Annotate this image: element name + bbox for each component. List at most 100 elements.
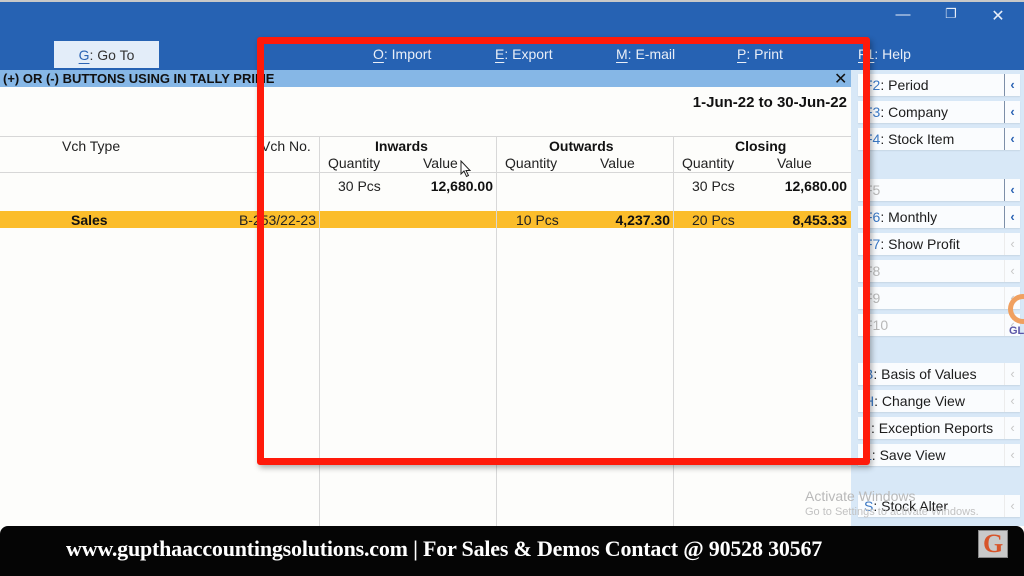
export-button[interactable]: E: Export [495,46,553,62]
activate-windows-subtitle: Go to Settings to activate Windows. [805,506,979,518]
f5-key: F5 [864,182,881,198]
chevron-left-icon[interactable]: ‹ [1004,495,1020,517]
monthly-label: : Monthly [880,209,938,225]
print-button[interactable]: P: Print [737,46,783,62]
stock-item-label: : Stock Item [880,131,955,147]
exception-label: : Exception Reports [871,420,994,436]
header-bottom-border [0,172,851,173]
report-title: (+) OR (-) BUTTONS USING IN TALLY PRIME [3,71,275,86]
email-button[interactable]: M: E-mail [616,46,675,62]
period-button[interactable]: F2: Period ‹ [858,74,1020,96]
help-label: : Help [874,46,911,62]
close-report-icon[interactable]: ✕ [834,69,847,89]
header-outwards-value: Value [600,155,635,171]
opening-inwards-value: 12,680.00 [430,178,493,194]
email-label: : E-mail [627,46,676,62]
row-closing-qty: 20 Pcs [692,212,735,228]
mouse-cursor-icon [460,160,472,178]
show-profit-key: F7 [864,236,881,252]
header-closing: Closing [735,138,787,154]
stock-voucher-table: Vch Type Vch No. Inwards Quantity Value … [0,136,851,526]
chevron-left-icon[interactable]: ‹ [1004,233,1020,255]
header-outwards-quantity: Quantity [505,155,558,171]
chevron-left-icon[interactable]: ‹ [1004,128,1020,150]
goto-label: : Go To [89,46,135,63]
show-profit-label: : Show Profit [880,236,960,252]
save-view-key: L [864,447,872,463]
f10-button[interactable]: F10 ‹ [858,314,1020,336]
header-closing-quantity: Quantity [682,155,735,171]
company-logo-icon: G [978,529,1008,558]
import-button[interactable]: O: Import [373,46,431,62]
opening-inwards-qty: 30 Pcs [338,178,381,194]
period-key: F2 [864,77,881,93]
close-window-button[interactable]: ✕ [988,6,1008,26]
chevron-left-icon[interactable]: ‹ [1004,206,1020,228]
stock-item-key: F4 [864,131,881,147]
divider-outwards [496,136,497,526]
header-inwards-value: Value [423,155,458,171]
watermark-logo-text: GL [1009,325,1024,337]
minimize-button[interactable]: — [893,6,913,23]
chevron-left-icon[interactable]: ‹ [1004,417,1020,439]
print-key: P [737,46,747,62]
email-key: M [616,46,628,62]
save-view-label: : Save View [871,447,946,463]
footer-contact-text: www.gupthaaccountingsolutions.com | For … [66,536,823,561]
header-inwards: Inwards [375,138,428,154]
chevron-left-icon[interactable]: ‹ [1004,444,1020,466]
header-vch-type: Vch Type [62,138,121,154]
company-label: : Company [880,104,949,120]
chevron-left-icon[interactable]: ‹ [1004,74,1020,96]
chevron-left-icon[interactable]: ‹ [1004,260,1020,282]
change-view-label: : Change View [874,393,965,409]
monthly-button[interactable]: F6: Monthly ‹ [858,206,1020,228]
header-inwards-quantity: Quantity [328,155,381,171]
chevron-left-icon[interactable]: ‹ [1004,101,1020,123]
basis-key: B [864,366,874,382]
f8-button[interactable]: F8 ‹ [858,260,1020,282]
divider-inwards [319,136,320,526]
chevron-left-icon[interactable]: ‹ [1004,179,1020,201]
change-view-key: H [864,393,875,409]
footer-banner: www.gupthaaccountingsolutions.com | For … [0,526,1024,576]
show-profit-button[interactable]: F7: Show Profit ‹ [858,233,1020,255]
print-label: : Print [746,46,783,62]
header-vch-no: Vch No. [261,138,311,154]
row-outwards-value: 4,237.30 [615,212,671,228]
change-view-button[interactable]: H: Change View ‹ [858,390,1020,412]
save-view-button[interactable]: L: Save View ‹ [858,444,1020,466]
import-key: O [373,46,384,62]
f9-button[interactable]: F9 ‹ [858,287,1020,309]
goto-button[interactable]: G: Go To [54,41,159,68]
opening-closing-value: 12,680.00 [784,178,847,194]
opening-closing-qty: 30 Pcs [692,178,735,194]
top-toolbar: — ❐ ✕ G: Go To O: Import E: Export M: E-… [0,0,1024,70]
exception-key: J [864,420,871,436]
restore-button[interactable]: ❐ [941,6,961,22]
header-closing-value: Value [777,155,812,171]
report-title-bar: (+) OR (-) BUTTONS USING IN TALLY PRIME … [0,69,851,89]
stock-item-button[interactable]: F4: Stock Item ‹ [858,128,1020,150]
row-closing-value: 8,453.33 [792,212,848,228]
chevron-left-icon[interactable]: ‹ [1004,390,1020,412]
activate-windows-title: Activate Windows [805,488,916,504]
row-outwards-qty: 10 Pcs [516,212,559,228]
report-period: 1-Jun-22 to 30-Jun-22 [692,94,847,111]
row-vch-no: B-253/22-23 [238,212,316,228]
f10-key: F10 [864,317,889,333]
company-logo-letter: G [983,529,1004,558]
basis-of-values-button[interactable]: B: Basis of Values ‹ [858,363,1020,385]
exception-reports-button[interactable]: J: Exception Reports ‹ [858,417,1020,439]
company-button[interactable]: F3: Company ‹ [858,101,1020,123]
help-button[interactable]: F1: Help [858,46,911,62]
chevron-left-icon[interactable]: ‹ [1004,363,1020,385]
goto-key: G [78,46,90,63]
row-vch-type: Sales [71,212,108,228]
monthly-key: F6 [864,209,881,225]
f5-button[interactable]: F5 ‹ [858,179,1020,201]
export-label: : Export [504,46,553,62]
divider-closing [673,136,674,526]
header-outwards: Outwards [549,138,614,154]
export-key: E [495,46,505,62]
